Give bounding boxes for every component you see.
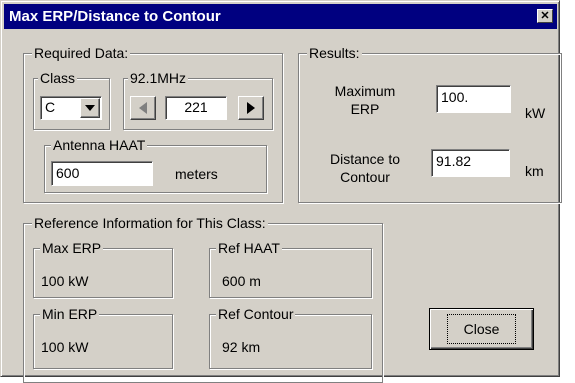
title-bar[interactable]: Max ERP/Distance to Contour ✕ (4, 4, 557, 29)
distance-field[interactable]: 91.82 (431, 149, 510, 177)
title-close-button[interactable]: ✕ (537, 9, 553, 23)
reference-info-group: Reference Information for This Class: Ma… (23, 215, 383, 383)
min-erp-ref-value: 100 kW (41, 339, 89, 355)
ref-contour-group: Ref Contour 92 km (209, 306, 372, 369)
ref-haat-group: Ref HAAT 600 m (209, 240, 372, 298)
class-value: C (45, 99, 56, 115)
close-icon: ✕ (540, 10, 550, 22)
ref-contour-label: Ref Contour (216, 306, 296, 322)
antenna-haat-unit: meters (175, 166, 218, 182)
max-erp-ref-label: Max ERP (40, 240, 104, 256)
chevron-down-icon (85, 105, 95, 111)
antenna-haat-input[interactable]: 600 (51, 161, 153, 186)
ref-haat-value: 600 m (222, 273, 261, 289)
channel-value: 221 (184, 99, 208, 115)
required-data-group: Required Data: Class C 92.1MHz 221 Anten… (23, 45, 283, 203)
results-group: Results: Maximum ERP 100. kW Distance to… (298, 45, 562, 203)
max-erp-label: Maximum ERP (334, 83, 396, 117)
distance-label: Distance to Contour (329, 151, 401, 185)
dialog-window: Max ERP/Distance to Contour ✕ Required D… (0, 0, 562, 383)
close-button-label: Close (446, 314, 517, 344)
distance-unit: km (525, 163, 544, 179)
required-data-title: Required Data: (32, 45, 131, 61)
channel-prev-button[interactable] (130, 96, 156, 120)
class-dropdown-button[interactable] (80, 98, 100, 118)
distance-value: 91.82 (436, 153, 472, 169)
min-erp-ref-group: Min ERP 100 kW (33, 306, 173, 369)
antenna-haat-group: Antenna HAAT 600 meters (44, 137, 267, 193)
antenna-haat-label: Antenna HAAT (51, 137, 148, 153)
max-erp-unit: kW (525, 105, 546, 121)
window-title: Max ERP/Distance to Contour (9, 8, 221, 25)
reference-info-title: Reference Information for This Class: (32, 215, 268, 231)
arrow-left-icon (139, 102, 147, 114)
frequency-label: 92.1MHz (128, 70, 189, 86)
min-erp-ref-label: Min ERP (40, 306, 100, 322)
max-erp-ref-group: Max ERP 100 kW (33, 240, 173, 298)
results-title: Results: (307, 45, 362, 61)
channel-next-button[interactable] (238, 96, 264, 120)
frequency-group: 92.1MHz 221 (123, 70, 273, 130)
max-erp-ref-value: 100 kW (41, 273, 89, 289)
channel-field[interactable]: 221 (165, 96, 227, 120)
max-erp-field[interactable]: 100. (436, 85, 511, 113)
arrow-right-icon (247, 102, 255, 114)
close-button[interactable]: Close (429, 308, 534, 350)
ref-contour-value: 92 km (222, 339, 261, 355)
class-label: Class (38, 70, 78, 86)
max-erp-value: 100. (441, 89, 469, 105)
antenna-haat-value: 600 (56, 165, 80, 181)
class-group: Class C (33, 70, 110, 130)
class-select[interactable]: C (40, 96, 102, 120)
ref-haat-label: Ref HAAT (216, 240, 282, 256)
